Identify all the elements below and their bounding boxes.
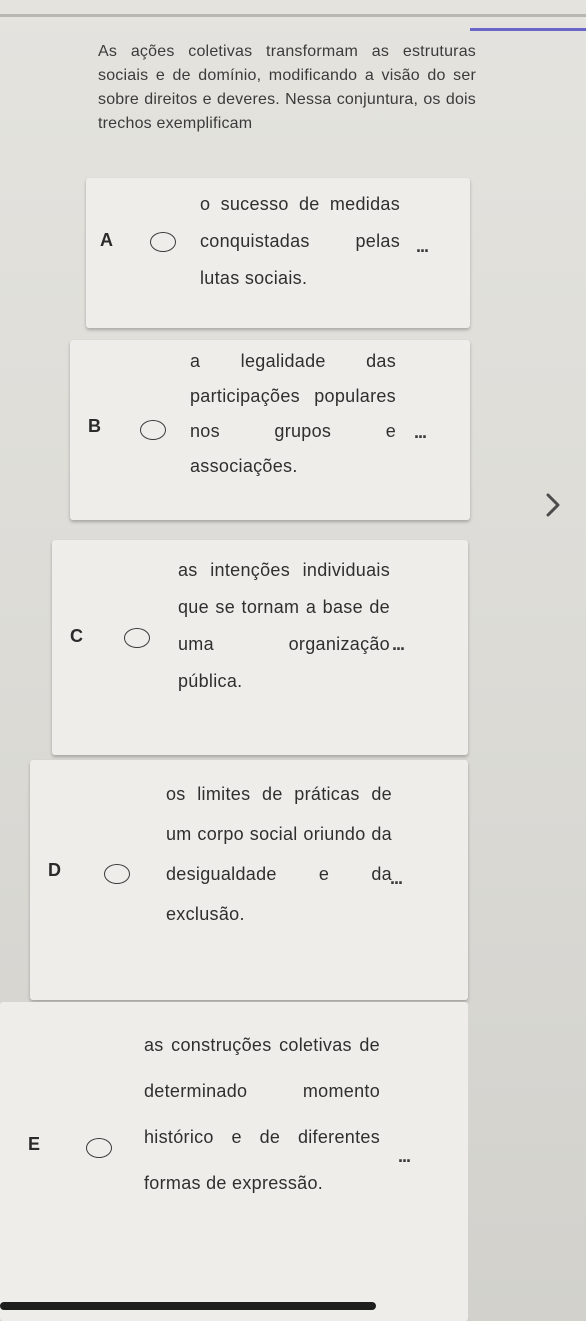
option-e-text: as construções coletivas de determinado …	[144, 1035, 380, 1193]
radio-unselected-icon[interactable]	[150, 232, 176, 252]
option-d-text: os limites de práticas de um corpo socia…	[166, 784, 392, 924]
option-d-card[interactable]: D os limites de práticas de um corpo soc…	[30, 760, 468, 1000]
option-d-letter: D	[48, 860, 61, 880]
option-b-letter: B	[88, 416, 101, 436]
question-text: As ações coletivas transformam as estrut…	[98, 43, 476, 132]
ellipsis-icon[interactable]: ...	[390, 868, 403, 889]
ellipsis-icon[interactable]: ...	[414, 422, 427, 443]
option-a-card[interactable]: A o sucesso de medidas conquistadas pela…	[86, 178, 470, 328]
option-e-card[interactable]: E as construções coletivas de determinad…	[0, 1002, 468, 1321]
radio-unselected-icon[interactable]	[86, 1138, 112, 1158]
radio-unselected-icon[interactable]	[140, 420, 166, 440]
bottom-scroll-bar	[0, 1302, 376, 1310]
option-a-letter: A	[100, 230, 113, 250]
ellipsis-icon[interactable]: ...	[392, 634, 405, 655]
option-b-text: a legalidade das participações populares…	[190, 351, 396, 476]
ellipsis-icon[interactable]: ...	[416, 236, 429, 257]
top-divider	[0, 14, 586, 17]
option-b-card[interactable]: B a legalidade das participações popular…	[70, 340, 470, 520]
option-c-letter: C	[70, 626, 83, 646]
option-a-text: o sucesso de medidas conquistadas pelas …	[200, 194, 400, 288]
option-c-text: as intenções individuais que se tornam a…	[178, 560, 390, 691]
radio-unselected-icon[interactable]	[124, 628, 150, 648]
chevron-right-icon[interactable]	[538, 490, 568, 520]
option-c-card[interactable]: C as intenções individuais que se tornam…	[52, 540, 468, 755]
option-e-letter: E	[28, 1134, 41, 1154]
radio-unselected-icon[interactable]	[104, 864, 130, 884]
progress-accent-bar	[470, 28, 586, 31]
ellipsis-icon[interactable]: ...	[398, 1146, 411, 1167]
page: As ações coletivas transformam as estrut…	[0, 0, 586, 1321]
